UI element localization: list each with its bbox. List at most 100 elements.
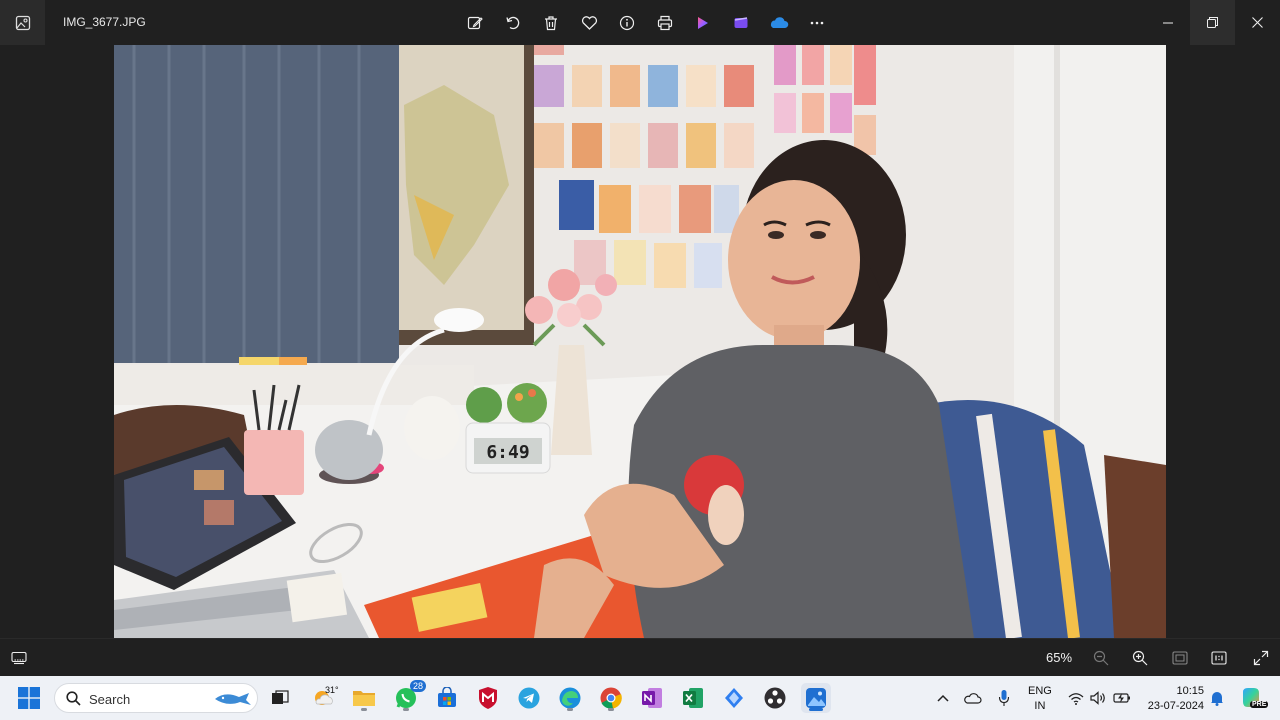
edit-button[interactable] [456,9,494,37]
bell-icon [1211,692,1223,706]
favorite-icon [581,16,597,30]
fullscreen-button[interactable] [1250,647,1272,669]
favorite-button[interactable] [570,9,608,37]
language-indicator[interactable]: ENG IN [1028,684,1052,714]
chrome-button[interactable] [596,683,626,713]
taskbar-search-box[interactable]: Search [54,683,258,713]
filmstrip-icon [11,651,27,665]
zoom-out-button[interactable] [1090,647,1112,669]
excel-icon [683,688,703,708]
file-explorer-button[interactable] [349,683,379,713]
more-icon [810,21,824,25]
weather-widget[interactable]: 31° [309,683,339,713]
telegram-button[interactable] [514,683,544,713]
title-bar: IMG_3677.JPG [0,0,1280,45]
photo-scene: 6:49 [114,45,1166,638]
store-icon [438,687,456,707]
onedrive-cloud-icon [964,693,982,704]
search-highlight-whale-icon [215,693,251,705]
clock-display: 6:49 [486,442,529,463]
info-icon [619,15,635,31]
folder-icon [353,691,375,706]
chevron-up-icon [937,694,949,702]
delete-button[interactable] [532,9,570,37]
running-indicator [361,708,367,711]
rotate-icon [506,16,520,30]
search-placeholder: Search [89,692,131,707]
search-icon [66,691,81,706]
gallery-icon [15,15,30,30]
photos-app-button[interactable] [801,683,831,713]
gallery-button[interactable] [0,0,45,45]
microsoft-store-button[interactable] [432,683,462,713]
active-indicator [809,708,823,711]
clipchamp-button[interactable] [722,9,760,37]
info-button[interactable] [608,9,646,37]
mcafee-shield-icon [479,687,497,709]
power-automate-button[interactable] [719,683,749,713]
quick-settings-button[interactable] [1062,683,1136,713]
edge-browser-icon [559,687,581,709]
copilot-button[interactable]: PRE [1236,683,1269,713]
onenote-button[interactable] [637,683,667,713]
obs-studio-button[interactable] [760,683,790,713]
task-view-icon [272,690,289,704]
microphone-tray-button[interactable] [991,683,1017,713]
zoom-in-button[interactable] [1129,647,1151,669]
chrome-browser-icon [600,687,622,709]
obs-icon [764,687,786,709]
taskbar-clock[interactable]: 10:15 23-07-2024 [1142,684,1204,714]
running-indicator [567,708,573,711]
filmstrip-toggle-button[interactable] [8,647,30,669]
image-viewport[interactable]: 6:49 [0,45,1280,638]
start-button[interactable] [18,687,40,709]
fit-to-window-button[interactable] [1169,647,1191,669]
language-code: ENG [1028,685,1052,697]
edge-button[interactable] [555,683,585,713]
designer-button[interactable] [684,9,722,37]
task-view-button[interactable] [265,683,295,713]
region-code: IN [1034,700,1046,712]
copilot-preview-label: PRE [1250,701,1269,708]
clipchamp-icon [734,17,748,28]
mcafee-button[interactable] [473,683,503,713]
close-button[interactable] [1235,0,1280,45]
zoom-out-icon [1093,650,1109,666]
photos-app-icon [806,688,826,708]
show-hidden-icons-button[interactable] [930,683,956,713]
notifications-button[interactable] [1204,683,1230,713]
zoom-level[interactable]: 65% [1046,650,1072,665]
actual-size-button[interactable] [1208,647,1230,669]
edit-icon [467,16,483,30]
volume-icon [1089,691,1105,705]
running-indicator [608,708,614,711]
print-icon [657,15,673,31]
fullscreen-icon [1253,650,1269,666]
minimize-button[interactable] [1145,0,1190,45]
onedrive-tray-button[interactable] [960,683,986,713]
zoom-in-icon [1132,650,1148,666]
telegram-icon [518,687,540,709]
excel-button[interactable] [678,683,708,713]
photos-app-window: IMG_3677.JPG 6:49 65% [0,0,1280,676]
running-indicator [403,708,409,711]
actual-size-icon [1211,651,1227,665]
restore-icon [1207,17,1218,28]
viewer-bottom-bar: 65% [0,638,1280,676]
microphone-icon [998,690,1010,706]
image-toolbar [456,9,836,37]
weather-temperature: 31° [325,685,339,695]
close-icon [1252,17,1263,28]
power-automate-icon [725,688,743,708]
print-button[interactable] [646,9,684,37]
onedrive-button[interactable] [760,9,798,37]
restore-button[interactable] [1190,0,1235,45]
window-controls [1145,0,1280,45]
clock-time: 10:15 [1176,685,1204,697]
rotate-button[interactable] [494,9,532,37]
more-button[interactable] [798,9,836,37]
delete-icon [545,16,557,31]
wifi-icon [1068,692,1083,705]
whatsapp-button[interactable]: 28 [391,680,426,713]
taskbar: Search 31° 28 ENG IN 10:15 23-07-2024 PR… [0,676,1280,720]
